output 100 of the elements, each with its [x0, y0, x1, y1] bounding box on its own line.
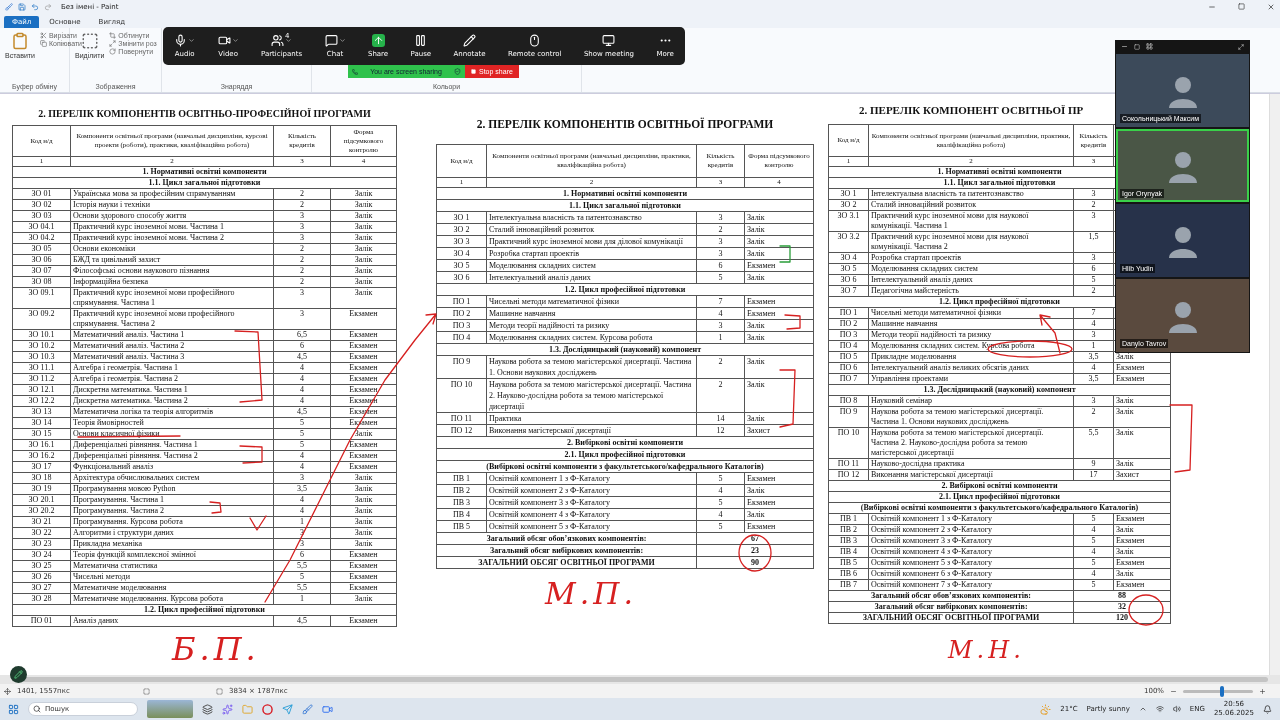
- table-cell: ПО 5: [828, 351, 869, 363]
- table-cell: Теорія ймовірностей: [70, 417, 274, 429]
- undo-icon[interactable]: [31, 2, 39, 11]
- table-cell: ЗО 04.1: [12, 221, 71, 233]
- chevron-up-icon[interactable]: [1138, 705, 1147, 713]
- table-cell: Українська мова за професійним спрямуванням: [70, 188, 274, 200]
- table-cell: Основи здорового способу життя: [70, 210, 274, 222]
- table-cell: 5,5: [273, 582, 331, 594]
- brush-icon[interactable]: [302, 703, 313, 715]
- weather-icon: [1040, 703, 1052, 715]
- table-cell: 5: [273, 439, 331, 451]
- table-cell: 4: [273, 362, 331, 374]
- table-cell: 5: [273, 417, 331, 429]
- ring-icon[interactable]: [262, 703, 273, 715]
- table-cell: Залік: [330, 472, 397, 484]
- table-cell: ЗО 22: [12, 527, 71, 539]
- table-cell: Екзамен: [1113, 557, 1171, 569]
- table-cell: ЗО 20.1: [12, 494, 71, 506]
- zoom-in-icon[interactable]: [1259, 687, 1266, 695]
- grid-icon[interactable]: [1146, 43, 1153, 50]
- table-cell: Алгебра і геометрія. Частина 1: [70, 362, 274, 374]
- table-cell: ЗО 12.1: [12, 384, 71, 396]
- wifi-icon[interactable]: [1155, 705, 1164, 713]
- table-cell: ПО 12: [436, 424, 487, 437]
- table-cell: Наукова робота за темою магістерської дисертації. Частина 2. Науково-дослідна робота за темою магістерської дисертації: [868, 427, 1074, 459]
- table-cell: Наукова робота за темою магістерської дисертації. Частина 2. Науково-дослідна робота за темою магістерської дисертації: [486, 378, 697, 413]
- horizontal-scrollbar[interactable]: [0, 675, 1280, 684]
- save-icon[interactable]: [18, 2, 26, 11]
- close-icon[interactable]: [1267, 2, 1275, 11]
- caret-icon[interactable]: [338, 37, 346, 44]
- table-cell: Екзамен: [330, 615, 397, 627]
- paper-plane-icon[interactable]: [282, 703, 293, 715]
- table-cell: 5,5: [273, 560, 331, 572]
- table-cell: Диференціальні рівняння. Частина 2: [70, 450, 274, 462]
- caret-icon[interactable]: [231, 37, 239, 44]
- table-cell: Залік: [744, 223, 814, 236]
- table-cell: 2: [696, 355, 745, 379]
- table-cell: Залік: [330, 287, 397, 309]
- table-cell: 1: [273, 516, 331, 528]
- task-view-icon[interactable]: [202, 703, 213, 715]
- slider-thumb[interactable]: [1219, 685, 1224, 697]
- table-cell: Дискретна математика. Частина 1: [70, 384, 274, 396]
- table-cell: Математичний аналіз. Частина 3: [70, 351, 274, 363]
- camera-icon[interactable]: [322, 703, 333, 715]
- table-cell: Залік: [330, 494, 397, 506]
- table-cell: Екзамен: [330, 560, 397, 572]
- table-cell: Практичний курс іноземної мови. Частина 2: [70, 232, 274, 244]
- table-cell: 2: [273, 188, 331, 200]
- pen-stroke: [783, 313, 802, 331]
- table-cell: ПО 8: [828, 395, 869, 407]
- table-cell: Практика: [486, 412, 697, 425]
- maximize-icon[interactable]: [1238, 3, 1245, 10]
- minimize-icon[interactable]: [1121, 43, 1128, 50]
- table-cell: ЗО 3.1: [828, 210, 869, 232]
- table-cell: Залік: [330, 188, 397, 200]
- table-cell: 5: [696, 472, 745, 485]
- rotate-icon: [109, 48, 117, 55]
- table-cell: 1: [273, 593, 331, 605]
- expand-icon[interactable]: [1238, 43, 1244, 50]
- table-cell: 3: [273, 538, 331, 550]
- table-cell: Екзамен: [330, 450, 397, 462]
- table-cell: 4: [1073, 546, 1114, 558]
- section-heading: 2.1. Цикл професійної підготовки: [828, 491, 1171, 503]
- caret-icon[interactable]: [285, 37, 293, 44]
- vertical-scrollbar[interactable]: [1269, 94, 1280, 675]
- caret-icon[interactable]: [188, 37, 196, 44]
- table-cell: 4: [696, 484, 745, 497]
- camera-icon: [217, 34, 231, 47]
- table-cell: Науковий семінар: [868, 395, 1074, 407]
- handwritten-note: Б.П.: [172, 630, 260, 668]
- table-cell: 5,5: [1073, 427, 1114, 459]
- pen-stroke: [737, 533, 773, 573]
- table-cell: ПО 3: [828, 329, 869, 341]
- table-cell: Наукова робота за темою магістерської дисертації. Частина 1. Основи наукових досліджень: [486, 355, 697, 379]
- table-cell: 3: [273, 308, 331, 330]
- move-icon: [4, 687, 11, 695]
- total-value: 90: [696, 556, 814, 569]
- notification-icon[interactable]: [1263, 704, 1272, 714]
- table-cell: ЗО 2: [436, 223, 487, 236]
- table-cell: 2: [273, 243, 331, 255]
- table-cell: ЗО 09.1: [12, 287, 71, 309]
- table-cell: ЗО 16.2: [12, 450, 71, 462]
- table-cell: Залік: [744, 271, 814, 284]
- sparkle-icon[interactable]: [222, 703, 233, 715]
- table-cell: 5: [1073, 513, 1114, 525]
- windows-start-icon[interactable]: [8, 703, 19, 715]
- speaker-icon[interactable]: [1172, 705, 1181, 713]
- table-cell: 3: [696, 211, 745, 224]
- table-cell: Залік: [330, 221, 397, 233]
- table-cell: Освітній компонент 1 з Ф-Каталогу: [868, 513, 1074, 525]
- table-cell: 3,5: [273, 483, 331, 495]
- table-cell: Моделювання складних систем: [868, 263, 1074, 275]
- table-cell: 5: [696, 271, 745, 284]
- table-cell: Методи теорії надійності та ризику: [486, 319, 697, 332]
- table-cell: 6,5: [273, 329, 331, 341]
- table-cell: 6: [273, 549, 331, 561]
- monitor-icon: [602, 34, 616, 47]
- table-cell: ЗО 03: [12, 210, 71, 222]
- table-cell: Екзамен: [1113, 513, 1171, 525]
- table-cell: Екзамен: [1113, 373, 1171, 385]
